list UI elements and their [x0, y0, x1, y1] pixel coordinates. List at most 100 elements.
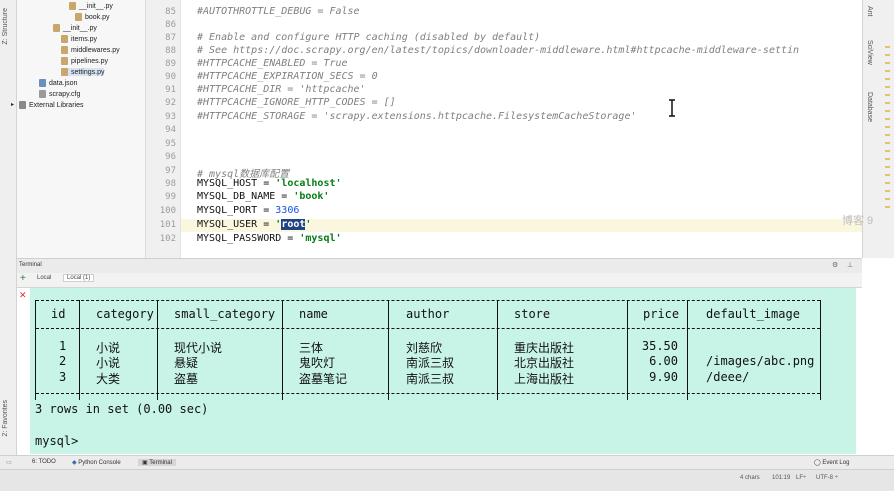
- ant-tab[interactable]: Ant: [866, 6, 873, 17]
- text-cursor-icon: [669, 99, 675, 117]
- terminal-tab-bar: + Local Local (1): [17, 273, 862, 288]
- table-header-cell: small_category: [174, 307, 276, 321]
- hide-panel-icon[interactable]: ⊥: [847, 261, 853, 269]
- line-number: 85: [165, 7, 176, 17]
- code-line-88: # See https://doc.scrapy.org/en/latest/t…: [197, 45, 800, 56]
- table-cell: 盗墓: [174, 372, 199, 386]
- tree-file-item[interactable]: items.py: [61, 35, 97, 43]
- file-icon: [61, 57, 68, 65]
- table-header-cell: category: [96, 307, 154, 321]
- close-icon[interactable]: ✕: [19, 290, 27, 301]
- line-number: 98: [165, 179, 176, 189]
- todo-tab[interactable]: 6: TODO: [32, 459, 56, 465]
- tree-file-item[interactable]: data.json: [39, 79, 77, 87]
- code-string: 'mysql': [299, 233, 342, 244]
- code-string: 'localhost': [275, 178, 342, 189]
- file-encoding[interactable]: UTF-8 ÷: [816, 475, 838, 481]
- gear-icon[interactable]: ⚙: [832, 261, 838, 269]
- mysql-prompt[interactable]: mysql>: [35, 434, 78, 448]
- table-cell: 小说: [96, 356, 121, 370]
- code-line-89: #HTTPCACHE_ENABLED = True: [197, 58, 348, 69]
- tree-item-label: book.py: [85, 13, 110, 21]
- code-line-90: #HTTPCACHE_EXPIRATION_SECS = 0: [197, 71, 378, 82]
- code-line-87: # Enable and configure HTTP caching (dis…: [197, 32, 541, 43]
- python-console-tab[interactable]: ◆ Python Console: [72, 459, 121, 466]
- table-cell: 9.90: [649, 370, 678, 384]
- tree-file-item[interactable]: book.py: [75, 13, 110, 21]
- database-tab[interactable]: Database: [866, 92, 873, 122]
- table-column-separator: [497, 300, 498, 400]
- table-cell: 南派三叔: [406, 356, 455, 370]
- tab-local[interactable]: Local: [37, 275, 51, 281]
- table-border-line: [36, 393, 820, 394]
- table-cell: 35.50: [641, 339, 678, 353]
- add-icon[interactable]: +: [20, 273, 26, 284]
- cursor-position[interactable]: 101:19: [772, 475, 790, 481]
- code-number: 3306: [275, 205, 300, 216]
- tree-item-label: middlewares.py: [71, 46, 120, 54]
- terminal-header: Terminal ⚙ ⊥: [17, 258, 862, 274]
- tree-file-item[interactable]: __init__.py: [53, 24, 97, 32]
- file-icon: [69, 2, 76, 10]
- table-cell: 盗墓笔记: [299, 372, 348, 386]
- file-icon: [39, 90, 46, 98]
- file-icon: [75, 13, 82, 21]
- chevron-right-icon[interactable]: ▸: [11, 101, 14, 108]
- code-line-93: #HTTPCACHE_STORAGE = 'scrapy.extensions.…: [197, 111, 637, 122]
- status-bar: 4 chars 101:19 LF÷ UTF-8 ÷: [0, 469, 894, 491]
- tree-item-label: scrapy.cfg: [49, 90, 81, 98]
- code-key: MYSQL_DB_NAME =: [197, 191, 294, 202]
- table-column-separator: [388, 300, 389, 400]
- table-cell: 上海出版社: [514, 372, 575, 386]
- terminal-tab[interactable]: ▣ Terminal: [138, 459, 176, 466]
- code-key: MYSQL_PASSWORD =: [197, 233, 300, 244]
- table-border-line: [36, 300, 820, 301]
- line-number: 89: [165, 59, 176, 69]
- tree-file-item[interactable]: middlewares.py: [61, 46, 120, 54]
- code-line-101: MYSQL_USER = 'root': [197, 219, 311, 230]
- line-number: 86: [165, 20, 176, 30]
- tree-file-item[interactable]: __init__.py: [69, 2, 113, 10]
- line-number: 95: [165, 139, 176, 149]
- file-icon: [39, 79, 46, 87]
- code-line-92: #HTTPCACHE_IGNORE_HTTP_CODES = []: [197, 97, 396, 108]
- tab-local-1[interactable]: Local (1): [63, 274, 95, 282]
- table-header-cell: name: [299, 307, 328, 321]
- marker-stripe: [885, 40, 890, 210]
- code-line-98: MYSQL_HOST = 'localhost': [197, 178, 342, 189]
- line-separator[interactable]: LF÷: [796, 475, 806, 481]
- structure-tab[interactable]: Z: Structure: [2, 8, 9, 45]
- tree-item-label: __init__.py: [79, 2, 113, 10]
- tree-file-item[interactable]: scrapy.cfg: [39, 90, 80, 98]
- char-count: 4 chars: [740, 475, 760, 481]
- tree-file-item[interactable]: settings.py: [61, 68, 105, 76]
- sciview-tab[interactable]: SciView: [866, 40, 873, 65]
- line-number: 90: [165, 72, 176, 82]
- file-icon: [61, 35, 68, 43]
- table-header-cell: default_image: [706, 307, 800, 321]
- event-log-button[interactable]: ◯ Event Log: [814, 459, 849, 466]
- terminal-tab-label: Terminal: [149, 460, 172, 466]
- code-editor[interactable]: #AUTOTHROTTLE_DEBUG = False # Enable and…: [181, 0, 862, 258]
- line-number: 96: [165, 152, 176, 162]
- table-cell: 1: [59, 339, 67, 353]
- table-cell: /deee/: [706, 370, 750, 384]
- line-number: 97: [165, 166, 176, 176]
- external-libraries-item[interactable]: External Libraries: [19, 101, 83, 109]
- code-string-quote: ': [305, 219, 312, 230]
- table-cell: 北京出版社: [514, 356, 575, 370]
- table-column-separator: [157, 300, 158, 400]
- table-cell: 悬疑: [174, 356, 199, 370]
- bottom-toolbar: ▭ 6: TODO ◆ Python Console ▣ Terminal ◯ …: [0, 455, 894, 470]
- line-number: 92: [165, 98, 176, 108]
- table-cell: 6.00: [649, 354, 678, 368]
- table-cell: 3: [59, 370, 67, 384]
- tree-file-item[interactable]: pipelines.py: [61, 57, 108, 65]
- table-column-separator: [35, 300, 36, 400]
- favorites-tab[interactable]: 2: Favorites: [2, 400, 9, 437]
- toolbar-menu-icon[interactable]: ▭: [6, 459, 12, 466]
- tree-item-label: pipelines.py: [71, 57, 108, 65]
- selected-text[interactable]: root: [281, 219, 306, 230]
- library-icon: [19, 101, 26, 109]
- line-number: 91: [165, 85, 176, 95]
